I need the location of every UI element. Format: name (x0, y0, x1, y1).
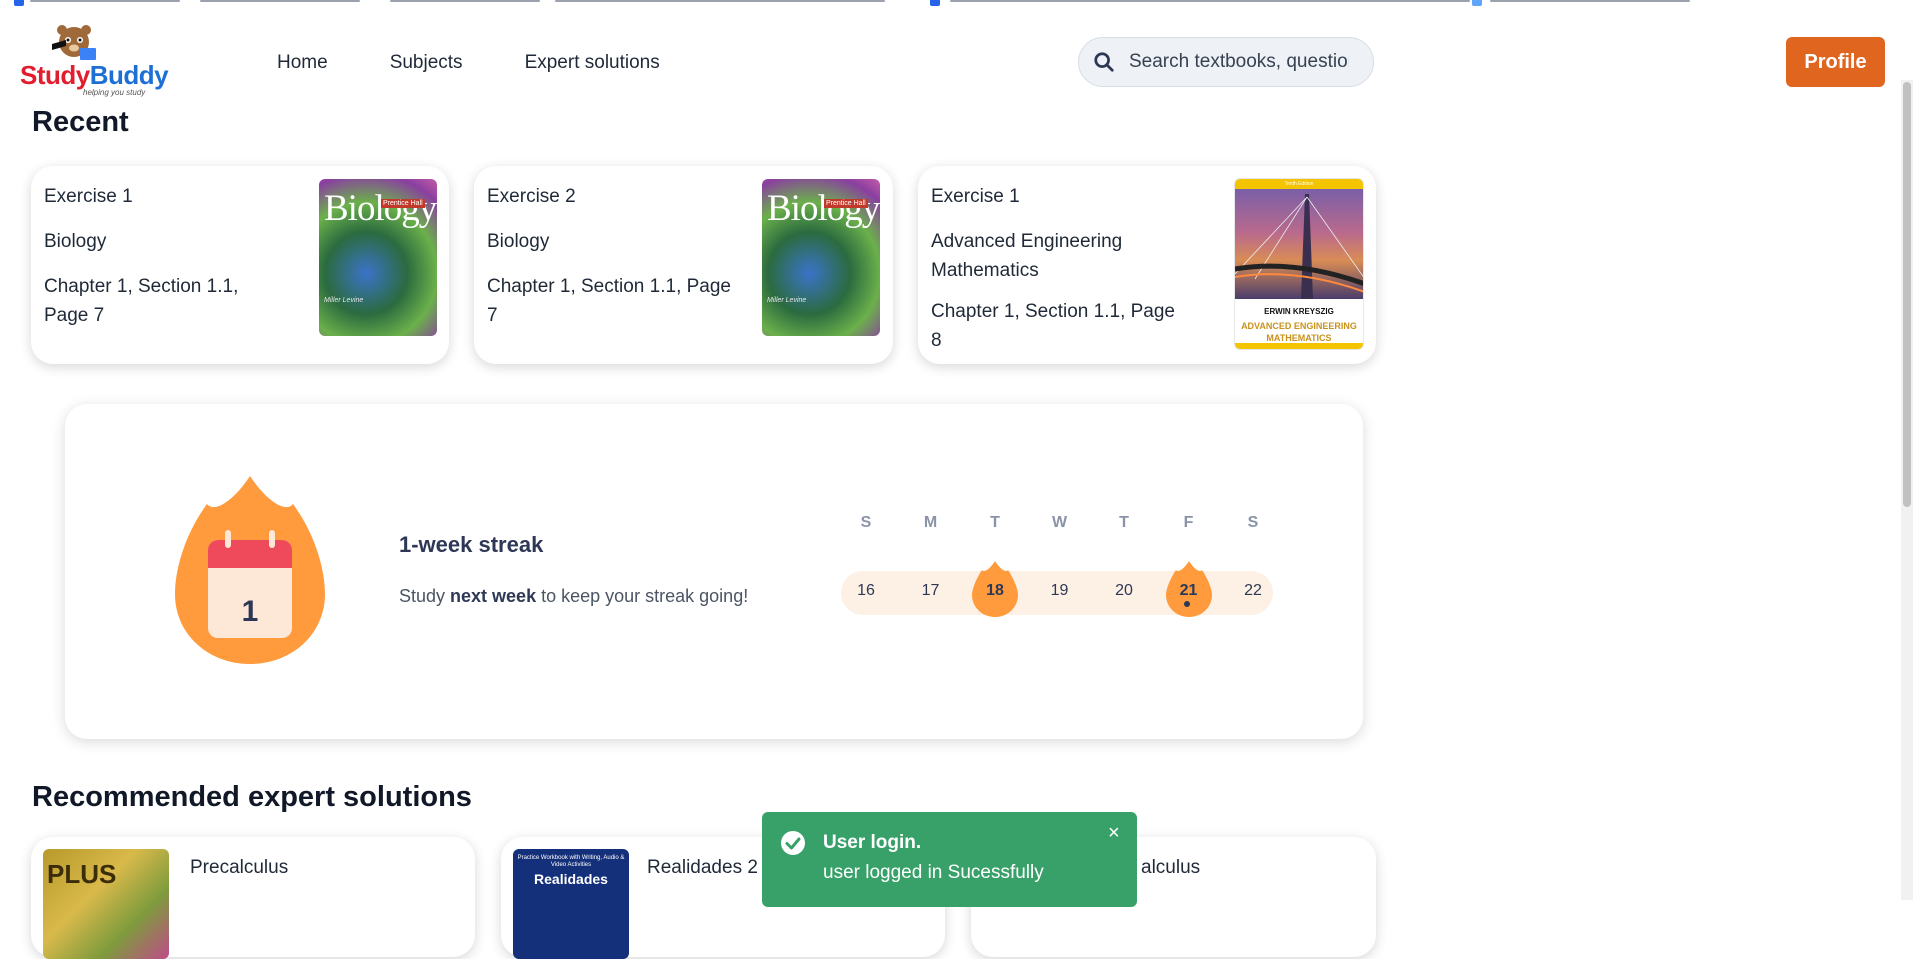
book-title: Advanced Engineering Mathematics (931, 231, 1123, 281)
recent-card[interactable]: Exercise 1 Advanced Engineering Mathemat… (918, 166, 1376, 364)
weekday-label: W (1051, 514, 1068, 531)
weekday-label: S (1247, 514, 1259, 531)
cover-publisher: Prentice Hall (381, 199, 425, 208)
book-title: Biology (44, 231, 107, 252)
day-number: 20 (1115, 582, 1133, 599)
nav-expert-solutions[interactable]: Expert solutions (525, 52, 660, 74)
bookmark-icon[interactable] (1472, 0, 1482, 6)
recent-card[interactable]: Exercise 2 Biology Chapter 1, Section 1.… (474, 166, 893, 364)
exercise-label: Exercise 2 (487, 186, 576, 207)
bookmark-item[interactable] (390, 0, 540, 2)
bookmark-item[interactable] (30, 0, 180, 2)
book-title: Precalculus (190, 857, 289, 878)
cover-edition: Tenth Edition (1235, 179, 1363, 189)
profile-button[interactable]: Profile (1786, 37, 1885, 87)
day-number: 22 (1244, 582, 1262, 599)
book-cover: PLUS (43, 849, 169, 959)
day-number: 17 (921, 582, 940, 599)
streak-subtitle: Study next week to keep your streak goin… (399, 586, 749, 606)
cover-title: Biology (767, 188, 880, 229)
day-number: 16 (857, 582, 875, 599)
day-number: 18 (986, 582, 1004, 599)
chapter-location: Chapter 1, Section 1.1, Page 7 (487, 276, 731, 326)
toast-message: user logged in Sucessfully (823, 862, 1044, 883)
today-marker (1184, 601, 1190, 607)
weekday-label: F (1183, 514, 1194, 531)
check-circle-icon (781, 831, 805, 855)
nav-home[interactable]: Home (277, 52, 328, 74)
recommended-card[interactable]: PLUS Precalculus (31, 837, 475, 959)
bookmark-icon[interactable] (930, 0, 940, 6)
streak-card: 1 1-week streak Study next week to keep … (65, 404, 1363, 739)
chapter-location: Chapter 1, Section 1.1, Page 8 (931, 301, 1175, 351)
bookmark-item[interactable] (200, 0, 360, 2)
exercise-label: Exercise 1 (931, 186, 1020, 207)
streak-calendar-flame-icon: 1 (175, 476, 325, 664)
weekday-label: T (990, 514, 1000, 531)
cover-bridge-image (1235, 189, 1363, 299)
cover-author: ERWIN KREYSZIG (1264, 307, 1334, 316)
book-cover: Biology Prentice Hall Miller Levine (319, 179, 437, 336)
book-title: Biology (487, 231, 550, 252)
cover-title: ADVANCED ENGINEERING MATHEMATICS (1241, 321, 1357, 343)
scrollbar-thumb[interactable] (1903, 82, 1911, 507)
book-cover: Biology Prentice Hall Miller Levine (762, 179, 880, 336)
chapter-location: Chapter 1, Section 1.1, Page 7 (44, 276, 239, 326)
cover-publisher: Prentice Hall (824, 199, 868, 208)
cover-title: Biology (324, 188, 437, 229)
weekday-label: T (1119, 514, 1129, 531)
search-icon (1094, 52, 1114, 72)
book-title: Realidades 2 (647, 857, 758, 878)
book-title: alculus (1141, 857, 1201, 878)
bookmark-item[interactable] (950, 0, 1470, 2)
close-icon[interactable]: × (1108, 822, 1120, 845)
bookmark-item[interactable] (555, 0, 885, 2)
recent-card[interactable]: Exercise 1 Biology Chapter 1, Section 1.… (31, 166, 449, 364)
book-cover: Practice Workbook with Writing, Audio & … (513, 849, 629, 959)
nav-subjects[interactable]: Subjects (390, 52, 463, 74)
bookmark-icon[interactable] (14, 0, 24, 6)
main-nav: Home Subjects Expert solutions (277, 52, 660, 74)
logo-tagline: helping you study (83, 88, 146, 97)
exercise-label: Exercise 1 (44, 186, 133, 207)
recommended-heading: Recommended expert solutions (32, 781, 472, 813)
book-cover: Tenth Edition ERWIN KREYSZIG ADVANCED EN… (1234, 178, 1364, 350)
cover-authors: Miller Levine (767, 297, 807, 304)
recent-heading: Recent (32, 106, 129, 138)
scrollbar[interactable] (1901, 80, 1913, 900)
streak-count: 1 (242, 595, 259, 628)
weekday-label: M (923, 514, 938, 531)
toast-title: User login. (823, 832, 922, 853)
weekday-label: S (860, 514, 872, 531)
search-input[interactable] (1129, 51, 1349, 73)
day-number: 19 (1050, 582, 1069, 599)
bookmarks-bar (0, 0, 1913, 6)
bookmark-item[interactable] (1490, 0, 1690, 2)
day-number: 21 (1179, 582, 1198, 599)
logo-wordmark: StudyBuddy (20, 60, 169, 90)
login-toast: User login. user logged in Sucessfully × (762, 812, 1137, 907)
streak-title: 1-week streak (399, 532, 544, 557)
search-bar[interactable] (1078, 37, 1374, 87)
cover-authors: Miller Levine (324, 297, 364, 304)
studybuddy-logo[interactable]: StudyBuddy helping you study (14, 20, 169, 100)
